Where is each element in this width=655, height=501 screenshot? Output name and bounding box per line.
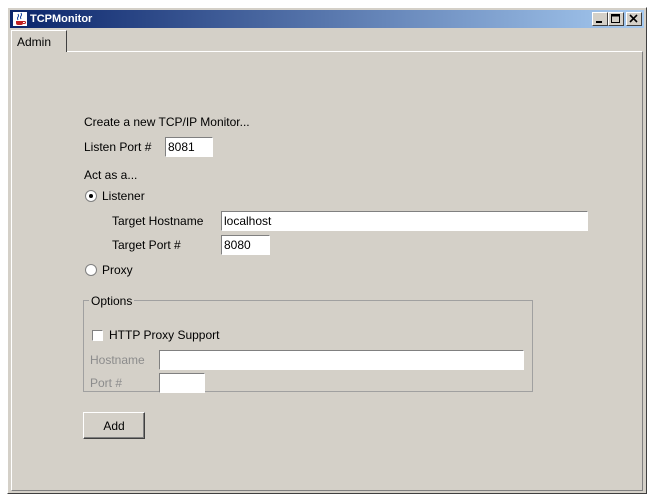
proxy-hostname-input[interactable] (159, 350, 524, 370)
listen-port-input[interactable] (165, 137, 213, 157)
listener-label[interactable]: Listener (102, 189, 145, 203)
options-groupbox (83, 300, 533, 392)
listen-port-label: Listen Port # (84, 140, 152, 154)
target-port-label: Target Port # (112, 238, 181, 252)
proxy-label[interactable]: Proxy (102, 263, 133, 277)
proxy-hostname-label: Hostname (90, 353, 145, 367)
title-bar[interactable]: TCPMonitor (10, 10, 644, 28)
tab-admin-label: Admin (17, 35, 52, 49)
close-button[interactable] (626, 12, 642, 26)
tcpmonitor-window: TCPMonitor Admin Create a new TCP/IP Mon… (7, 7, 647, 494)
maximize-button[interactable] (608, 12, 624, 26)
listener-radio[interactable] (85, 190, 97, 202)
target-hostname-label: Target Hostname (112, 214, 204, 228)
create-monitor-heading: Create a new TCP/IP Monitor... (84, 115, 250, 129)
proxy-port-input[interactable] (159, 373, 205, 393)
window-controls (592, 12, 642, 26)
minimize-button[interactable] (592, 12, 608, 26)
options-legend: Options (89, 294, 135, 308)
http-proxy-support-checkbox[interactable] (92, 330, 103, 341)
act-as-label: Act as a... (84, 168, 138, 182)
window-title: TCPMonitor (30, 13, 93, 25)
minimize-icon (596, 21, 602, 23)
proxy-radio[interactable] (85, 264, 97, 276)
proxy-port-label: Port # (90, 376, 123, 390)
http-proxy-support-label[interactable]: HTTP Proxy Support (109, 328, 219, 342)
target-port-input[interactable] (221, 235, 270, 255)
maximize-icon (611, 14, 620, 23)
close-icon (629, 14, 638, 23)
target-hostname-input[interactable] (221, 211, 588, 231)
tab-admin[interactable]: Admin (11, 30, 67, 52)
add-button[interactable]: Add (83, 412, 145, 439)
java-app-icon (13, 12, 27, 26)
